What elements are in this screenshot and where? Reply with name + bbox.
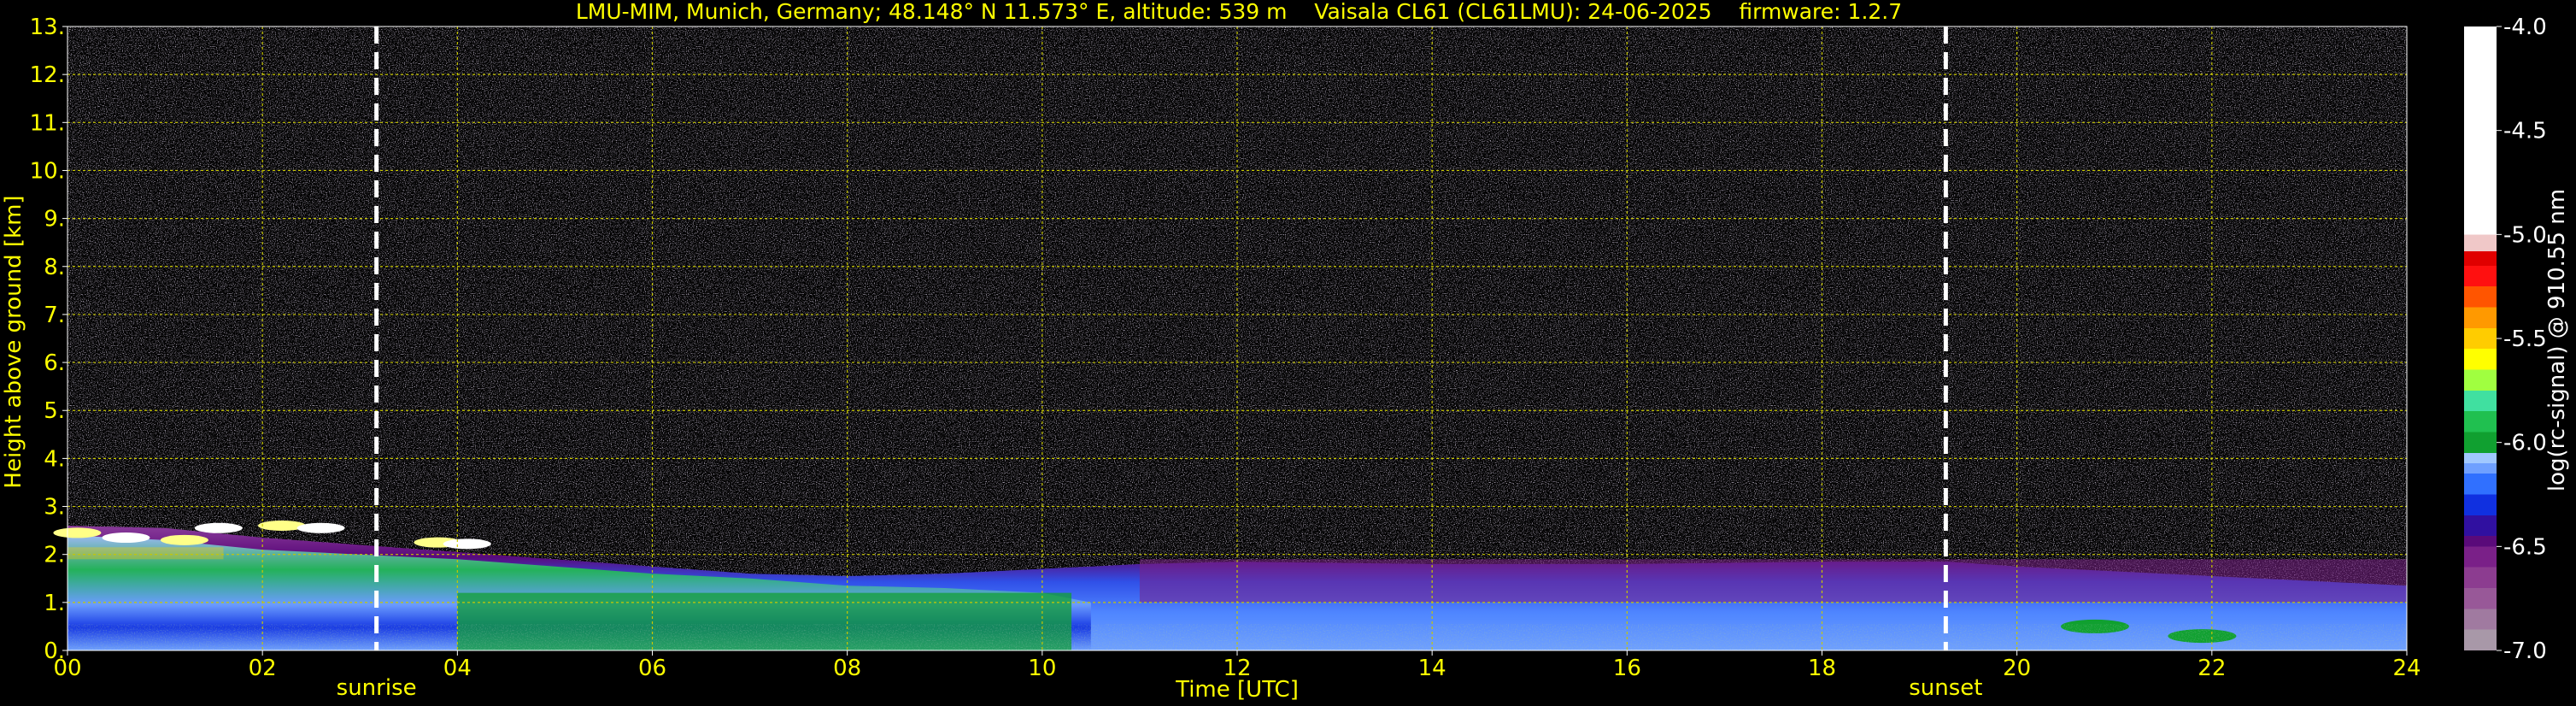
- colorbar-scale: [2464, 26, 2497, 650]
- y-tick-label: 6.: [44, 350, 65, 376]
- colorbar-tick-label: -5.0: [2503, 222, 2547, 248]
- sunrise-label: sunrise: [337, 675, 417, 701]
- y-tick-label: 12.: [30, 62, 65, 88]
- cloud-patch: [194, 522, 243, 533]
- colorbar-tick-label: -6.5: [2503, 534, 2547, 560]
- y-tick-label: 13.: [30, 15, 65, 40]
- cloud-base-band: [67, 547, 224, 560]
- y-tick-label: 7.: [44, 303, 65, 328]
- x-tick-label: 22: [2198, 656, 2226, 681]
- colorbar-tick-label: -5.5: [2503, 327, 2547, 352]
- colorbar-tick-label: -6.0: [2503, 431, 2547, 456]
- y-axis-label: Height above ground [km]: [1, 195, 26, 488]
- y-tick-label: 9.: [44, 207, 65, 232]
- y-axis-ticks: 0. 1. 2. 3. 4. 5. 6. 7. 8. 9. 10. 11. 12. 13.: [30, 15, 67, 664]
- sun-event-labels: sunrise sunset: [337, 675, 1983, 701]
- x-tick-label: 10: [1028, 656, 1056, 681]
- x-tick-label: 14: [1418, 656, 1446, 681]
- colorbar-ticks: -4.0 -4.5 -5.0 -5.5 -6.0 -6.5 -7.0: [2497, 15, 2547, 664]
- cloud-patch: [53, 527, 102, 538]
- x-tick-label: 08: [833, 656, 861, 681]
- ceilometer-chart: 00 02 04 06 08 10 12 14 16 18 20 22 24 0.1.2.3.4.5.6…: [1, 0, 2570, 703]
- x-tick-label: 20: [2003, 656, 2031, 681]
- colorbar-tick-label: -4.5: [2503, 119, 2547, 144]
- y-tick-label: 10.: [30, 158, 65, 184]
- cloud-patch: [160, 534, 208, 545]
- y-tick-label: 5.: [44, 398, 65, 424]
- plot-area: [53, 26, 2408, 651]
- lofted-aerosol-band: [1139, 559, 2407, 603]
- x-tick-label: 04: [443, 656, 472, 681]
- cloud-patch: [443, 538, 491, 550]
- y-tick-label: 1.: [44, 591, 65, 616]
- y-tick-label: 8.: [44, 255, 65, 280]
- x-tick-label: 24: [2392, 656, 2421, 681]
- x-tick-label: 06: [638, 656, 666, 681]
- colorbar-label: log(rc-signal) @ 910.55 nm: [2544, 189, 2570, 491]
- cloud-patch: [296, 522, 345, 533]
- x-tick-label: 18: [1808, 656, 1836, 681]
- y-tick-label: 3.: [44, 495, 65, 521]
- x-tick-label: 16: [1613, 656, 1641, 681]
- chart-title: LMU-MIM, Munich, Germany; 48.148° N 11.5…: [576, 0, 1902, 24]
- colorbar-tick-label: -4.0: [2503, 15, 2547, 40]
- y-tick-label: 4.: [44, 446, 65, 472]
- sunset-label: sunset: [1909, 675, 1982, 701]
- y-tick-label: 0.: [44, 638, 65, 664]
- x-tick-label: 02: [249, 656, 277, 681]
- colorbar: -4.0 -4.5 -5.0 -5.5 -6.0 -6.5 -7.0 log(rc-sign…: [2464, 15, 2570, 664]
- y-tick-label: 2.: [44, 543, 65, 568]
- cloud-patch: [102, 532, 150, 544]
- colorbar-tick-label: -7.0: [2503, 638, 2547, 664]
- y-tick-label: 11.: [30, 110, 65, 136]
- backscatter-layers: [53, 26, 2407, 650]
- x-axis-label: Time [UTC]: [1175, 677, 1299, 703]
